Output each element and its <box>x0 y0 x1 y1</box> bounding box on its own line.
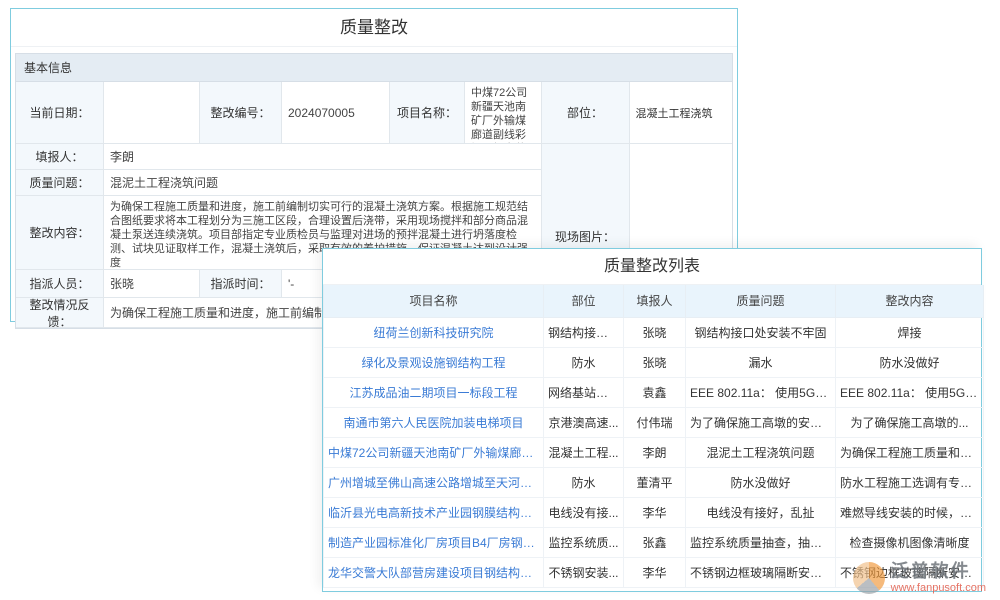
table-row: 制造产业园标准化厂房项目B4厂房钢结构... 监控系统质... 张鑫 监控系统质… <box>324 527 984 557</box>
section-basic-info: 基本信息 <box>15 53 733 81</box>
list-table-body: 纽荷兰创新科技研究院 钢结构接口处 张晓 钢结构接口处安装不牢固 焊接 绿化及景… <box>324 317 984 587</box>
col-part: 部位 <box>544 285 624 317</box>
cell-content: 为了确保施工高墩的... <box>836 407 984 437</box>
col-issue: 质量问题 <box>686 285 836 317</box>
cell-reporter: 张晓 <box>624 347 686 377</box>
issue-field[interactable]: 混泥土工程浇筑问题 <box>104 170 542 196</box>
cell-reporter: 李华 <box>624 557 686 587</box>
cell-part: 京港澳高速... <box>544 407 624 437</box>
cell-issue: 监控系统质量抽查，抽查2... <box>686 527 836 557</box>
reporter-label: 填报人： <box>16 144 104 170</box>
table-row: 广州增城至佛山高速公路增城至天河段工... 防水 董清平 防水没做好 防水工程施… <box>324 467 984 497</box>
cell-reporter: 袁鑫 <box>624 377 686 407</box>
assign-time-label: 指派时间： <box>200 270 282 298</box>
part-label: 部位： <box>542 82 630 143</box>
col-project-name: 项目名称 <box>324 285 544 317</box>
cell-project-name-link[interactable]: 临沂县光电高新技术产业园钢膜结构车棚... <box>324 497 544 527</box>
cell-content: 防水工程施工选调有专业... <box>836 467 984 497</box>
cell-reporter: 董清平 <box>624 467 686 497</box>
current-date-field[interactable] <box>104 82 200 144</box>
watermark-url: www.fanpusoft.com <box>891 582 986 594</box>
cell-issue: 钢结构接口处安装不牢固 <box>686 317 836 347</box>
cell-content: 为确保工程施工质量和进... <box>836 437 984 467</box>
cell-issue: EEE 802.11a： 使用5GHz... <box>686 377 836 407</box>
cell-reporter: 李华 <box>624 497 686 527</box>
watermark-brand: 泛普软件 <box>891 562 986 582</box>
cell-issue: 不锈钢边框玻璃隔断安装... <box>686 557 836 587</box>
cell-content: 难燃导线安装的时候，所... <box>836 497 984 527</box>
cell-part: 网络基站测试 <box>544 377 624 407</box>
cell-part: 混凝土工程... <box>544 437 624 467</box>
cell-content: 焊接 <box>836 317 984 347</box>
col-reporter: 填报人 <box>624 285 686 317</box>
quality-rectification-list-panel: 质量整改列表 项目名称 部位 填报人 质量问题 整改内容 纽荷兰创新科技研究院 … <box>322 248 982 592</box>
col-content: 整改内容 <box>836 285 984 317</box>
cell-content: EEE 802.11a： 使用5GH... <box>836 377 984 407</box>
cell-part: 电线没有接... <box>544 497 624 527</box>
cell-part: 不锈钢安装... <box>544 557 624 587</box>
list-title: 质量整改列表 <box>323 249 981 285</box>
feedback-label: 整改情况反馈： <box>16 298 104 328</box>
cell-project-name-link[interactable]: 制造产业园标准化厂房项目B4厂房钢结构... <box>324 527 544 557</box>
quality-rectification-table: 项目名称 部位 填报人 质量问题 整改内容 纽荷兰创新科技研究院 钢结构接口处 … <box>323 285 984 588</box>
table-header-row: 项目名称 部位 填报人 质量问题 整改内容 <box>324 285 984 317</box>
form-title: 质量整改 <box>11 9 737 47</box>
cell-reporter: 张晓 <box>624 317 686 347</box>
cell-reporter: 李朗 <box>624 437 686 467</box>
issue-label: 质量问题： <box>16 170 104 196</box>
cell-issue: 混泥土工程浇筑问题 <box>686 437 836 467</box>
cell-issue: 漏水 <box>686 347 836 377</box>
cell-project-name-link[interactable]: 南通市第六人民医院加装电梯项目 <box>324 407 544 437</box>
current-date-label: 当前日期： <box>16 82 104 144</box>
table-row: 纽荷兰创新科技研究院 钢结构接口处 张晓 钢结构接口处安装不牢固 焊接 <box>324 317 984 347</box>
assignee-field[interactable]: 张晓 <box>104 270 200 298</box>
cell-reporter: 付伟瑞 <box>624 407 686 437</box>
project-name-label: 项目名称： <box>390 82 465 144</box>
cell-part: 钢结构接口处 <box>544 317 624 347</box>
cell-part: 监控系统质... <box>544 527 624 557</box>
cell-content: 防水没做好 <box>836 347 984 377</box>
fanpu-watermark: 泛普软件 www.fanpusoft.com <box>853 562 986 594</box>
part-field[interactable]: 混凝土工程浇筑 <box>630 82 732 143</box>
cell-project-name-link[interactable]: 绿化及景观设施钢结构工程 <box>324 347 544 377</box>
cell-content: 检查摄像机图像清晰度 <box>836 527 984 557</box>
rect-no-field[interactable]: 2024070005 <box>282 82 390 144</box>
project-name-field[interactable]: 中煤72公司新疆天池南矿厂外输煤廊道副线彩钢瓦板安装专业分包工程 <box>465 82 542 144</box>
cell-project-name-link[interactable]: 龙华交警大队部营房建设项目钢结构专业... <box>324 557 544 587</box>
fanpu-logo-icon <box>853 562 885 594</box>
part-row: 部位： 混凝土工程浇筑 <box>542 82 732 144</box>
table-row: 中煤72公司新疆天池南矿厂外输煤廊道副... 混凝土工程... 李朗 混泥土工程… <box>324 437 984 467</box>
cell-issue: 电线没有接好，乱扯 <box>686 497 836 527</box>
cell-issue: 防水没做好 <box>686 467 836 497</box>
table-row: 江苏成品油二期项目一标段工程 网络基站测试 袁鑫 EEE 802.11a： 使用… <box>324 377 984 407</box>
cell-part: 防水 <box>544 467 624 497</box>
cell-project-name-link[interactable]: 江苏成品油二期项目一标段工程 <box>324 377 544 407</box>
cell-project-name-link[interactable]: 纽荷兰创新科技研究院 <box>324 317 544 347</box>
rect-no-label: 整改编号： <box>200 82 282 144</box>
table-row: 临沂县光电高新技术产业园钢膜结构车棚... 电线没有接... 李华 电线没有接好… <box>324 497 984 527</box>
cell-reporter: 张鑫 <box>624 527 686 557</box>
cell-project-name-link[interactable]: 广州增城至佛山高速公路增城至天河段工... <box>324 467 544 497</box>
cell-issue: 为了确保施工高墩的安全... <box>686 407 836 437</box>
cell-part: 防水 <box>544 347 624 377</box>
reporter-field[interactable]: 李朗 <box>104 144 542 170</box>
cell-project-name-link[interactable]: 中煤72公司新疆天池南矿厂外输煤廊道副... <box>324 437 544 467</box>
assignee-label: 指派人员： <box>16 270 104 298</box>
table-row: 绿化及景观设施钢结构工程 防水 张晓 漏水 防水没做好 <box>324 347 984 377</box>
content-label: 整改内容： <box>16 196 104 270</box>
table-row: 南通市第六人民医院加装电梯项目 京港澳高速... 付伟瑞 为了确保施工高墩的安全… <box>324 407 984 437</box>
